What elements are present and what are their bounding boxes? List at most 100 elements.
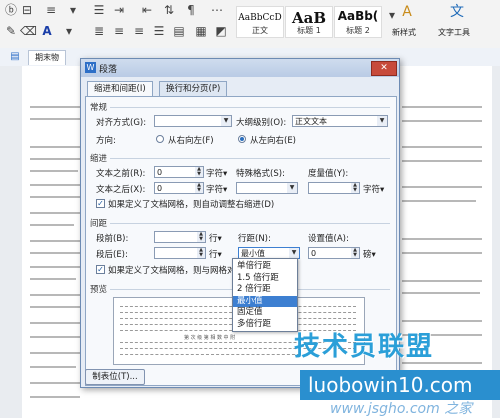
chevron-down-icon: ▼ <box>221 116 231 126</box>
tab-stops-button[interactable]: 制表位(T)... <box>85 369 145 385</box>
outline-level-select[interactable]: 正文文本 ▼ <box>292 115 388 127</box>
align-center-icon[interactable]: ≡ <box>112 24 126 38</box>
special-format-select[interactable]: ▼ <box>236 182 298 194</box>
tab-line-page-breaks[interactable]: 换行和分页(P) <box>159 81 228 97</box>
style-name: 标题 1 <box>297 26 321 35</box>
line-spacing-option[interactable]: 多倍行距 <box>233 319 297 330</box>
borders-icon[interactable]: ▦ <box>194 24 208 38</box>
style-name: 正文 <box>252 26 268 35</box>
snap-to-grid-checkbox[interactable]: ✓ <box>96 265 105 274</box>
indent-before-input[interactable]: 0 ▲ ▼ <box>154 166 204 178</box>
setting-value-label: 设置值(A): <box>308 234 349 244</box>
new-style-icon[interactable]: A <box>400 5 414 19</box>
indent-before-value: 0 <box>157 168 163 177</box>
text-tools-icon[interactable]: 文 <box>450 5 464 19</box>
justify-icon[interactable]: ☰ <box>152 24 166 38</box>
indent-after-unit[interactable]: 字符▾ <box>206 183 227 195</box>
show-marks-icon[interactable]: ¶ <box>184 3 198 17</box>
style-name: 标题 2 <box>346 26 370 35</box>
outdent-icon[interactable]: ⇤ <box>140 3 154 17</box>
line-spacing-option[interactable]: 最小值 <box>233 295 297 307</box>
measure-input[interactable]: ▲ ▼ <box>308 182 360 194</box>
space-after-unit[interactable]: 行▾ <box>209 248 222 260</box>
close-icon[interactable]: ✕ <box>371 61 397 76</box>
document-tab-label: 期末物 <box>35 53 59 62</box>
line-spacing-dropdown: 单倍行距 1.5 倍行距 2 倍行距 最小值 固定值 多倍行距 <box>232 258 298 332</box>
font-color-icon[interactable]: A <box>40 24 54 38</box>
dialog-titlebar[interactable]: W 段落 ✕ <box>81 59 399 77</box>
align-icon[interactable]: ≡ <box>44 3 58 17</box>
alignment-select[interactable]: ▼ <box>154 115 232 127</box>
watermark-sub: www.jsgho.com 之家 <box>330 398 472 418</box>
ribbon-toolbar: ⓑ ⊟ ≡ ▾ ☰ ⇥ ⇤ ⇅ ¶ ⋯ ✎ ⌫ A ▾ ≣ ≡ ≡ ☰ ▤ ▦ … <box>0 0 500 49</box>
divider <box>110 158 390 159</box>
chevron-down-icon: ▼ <box>289 248 299 258</box>
indent-after-input[interactable]: 0 ▲ ▼ <box>154 182 204 194</box>
space-after-input[interactable]: ▲ ▼ <box>154 247 206 259</box>
document-tab[interactable]: 期末物 <box>28 50 66 65</box>
line-spacing-option[interactable]: 2 倍行距 <box>233 284 297 295</box>
chevron-down-icon: ▼ <box>287 183 297 193</box>
line-spacing-option[interactable]: 单倍行距 <box>233 261 297 272</box>
style-heading2[interactable]: AaBb( 标题 2 <box>334 6 382 38</box>
align-left-icon[interactable]: ≣ <box>92 24 106 38</box>
measure-unit[interactable]: 字符▾ <box>363 183 384 195</box>
preview-sample-text: 第 次 级 第 相 数 中 附 <box>184 335 236 341</box>
section-indent-title: 缩进 <box>90 154 108 164</box>
styles-scroll-icon[interactable]: ▾ <box>385 8 399 22</box>
snap-to-grid-label: 如果定义了文档网格，则与网格对 <box>108 266 236 276</box>
indent-before-unit[interactable]: 字符▾ <box>206 167 227 179</box>
distributed-icon[interactable]: ▤ <box>172 24 186 38</box>
style-heading1[interactable]: AaB 标题 1 <box>285 6 333 38</box>
close-glyph: ✕ <box>380 63 388 73</box>
tab-label: 缩进和间距(I) <box>94 84 146 94</box>
spinner-icon[interactable]: ▲ ▼ <box>351 183 359 193</box>
ltr-radio[interactable] <box>238 135 246 143</box>
spinner-icon[interactable]: ▲ ▼ <box>195 167 203 177</box>
text-tools-button[interactable]: 文字工具 <box>438 27 470 38</box>
outline-level-label: 大纲级别(O): <box>236 118 287 128</box>
space-after-label: 段后(E): <box>96 250 128 260</box>
watermark-main-text: 技术员联盟 <box>294 332 435 362</box>
indent-after-value: 0 <box>157 184 163 193</box>
setting-value-input[interactable]: 0 ▲ ▼ <box>308 247 360 259</box>
watermark-title: 技术员联盟 <box>294 326 434 363</box>
spinner-icon[interactable]: ▲ ▼ <box>195 183 203 193</box>
style-sample: AaBb( <box>337 9 379 23</box>
sort-icon[interactable]: ⇅ <box>162 3 176 17</box>
space-before-label: 段前(B): <box>96 234 129 244</box>
rtl-radio[interactable] <box>156 135 164 143</box>
shading-icon[interactable]: ▾ <box>62 24 76 38</box>
auto-right-indent-checkbox[interactable]: ✓ <box>96 199 105 208</box>
align-right-icon[interactable]: ≡ <box>132 24 146 38</box>
eraser-icon[interactable]: ⌫ <box>20 24 37 38</box>
style-normal[interactable]: AaBbCcD 正文 <box>236 6 284 38</box>
font-size-icon[interactable]: ▾ <box>66 3 80 17</box>
spinner-icon[interactable]: ▲ ▼ <box>197 232 205 242</box>
indent-after-label: 文本之后(X): <box>96 185 146 195</box>
bold-icon[interactable]: ⓑ <box>4 3 18 17</box>
shading-fill-icon[interactable]: ◩ <box>214 24 228 38</box>
new-style-button[interactable]: 新样式 <box>392 27 416 38</box>
highlight-icon[interactable]: ✎ <box>4 24 18 38</box>
section-preview-title: 预览 <box>90 285 108 295</box>
spinner-icon[interactable]: ▲ ▼ <box>197 248 205 258</box>
list-icon[interactable]: ☰ <box>92 3 106 17</box>
dialog-title: 段落 <box>99 65 118 75</box>
setting-unit[interactable]: 磅▾ <box>363 248 376 260</box>
doc-list-icon[interactable]: ▤ <box>8 50 22 64</box>
more-icon[interactable]: ⋯ <box>210 3 224 17</box>
line-spacing-option[interactable]: 固定值 <box>233 307 297 318</box>
line-spacing-option[interactable]: 1.5 倍行距 <box>233 273 297 284</box>
divider <box>110 223 390 224</box>
space-before-input[interactable]: ▲ ▼ <box>154 231 206 243</box>
spinner-icon[interactable]: ▲ ▼ <box>351 248 359 258</box>
watermark-url: luobowin10.com <box>308 373 473 397</box>
indent-icon[interactable]: ⇥ <box>112 3 126 17</box>
watermark-banner: luobowin10.com <box>300 370 500 400</box>
line-spacing-label: 行距(N): <box>238 234 271 244</box>
chevron-down-icon: ▼ <box>377 116 387 126</box>
underline-icon[interactable]: ⊟ <box>20 3 34 17</box>
space-before-unit[interactable]: 行▾ <box>209 232 222 244</box>
ltr-label: 从左向右(E) <box>250 136 297 146</box>
